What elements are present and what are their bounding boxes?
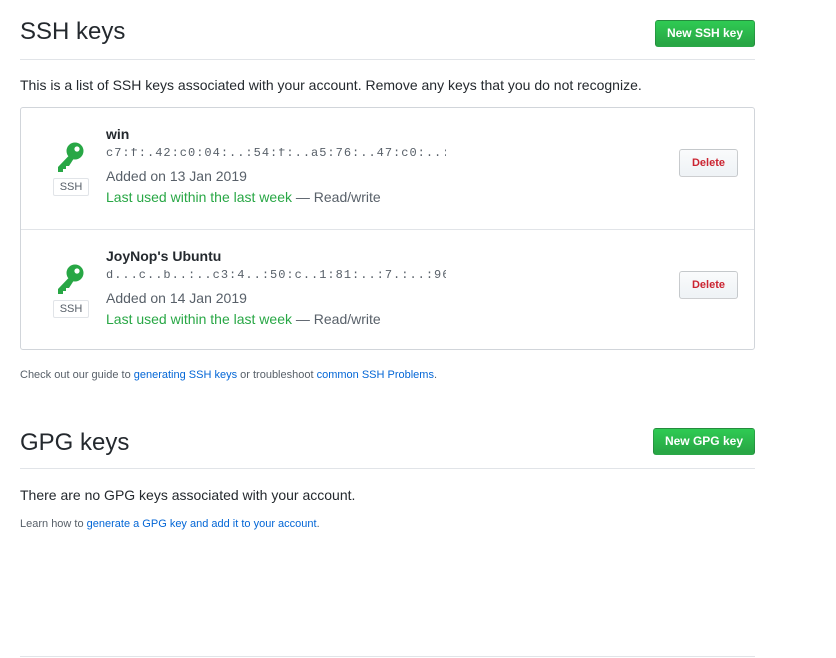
- ssh-type-label: SSH: [53, 300, 89, 318]
- new-gpg-key-button[interactable]: New GPG key: [652, 428, 755, 455]
- ssh-key-access: — Read/write: [295, 189, 381, 205]
- generating-ssh-keys-link[interactable]: generating SSH keys: [134, 369, 237, 381]
- key-icon: [58, 264, 84, 294]
- ssh-key-last-used: Last used within the last week: [106, 311, 292, 327]
- gpg-help-text: Learn how to generate a GPG key and add …: [20, 518, 320, 530]
- ssh-help-middle: or troubleshoot: [237, 369, 317, 381]
- gpg-keys-title: GPG keys: [20, 429, 130, 456]
- ssh-key-usage: Last used within the last week — Read/wr…: [106, 189, 381, 205]
- ssh-key-title: win: [106, 126, 130, 142]
- ssh-key-row: SSH win c7:f:.42:c0:04:..:54:f:..a5:76:.…: [21, 108, 754, 229]
- ssh-key-title: JoyNop's Ubuntu: [106, 248, 222, 264]
- ssh-key-usage: Last used within the last week — Read/wr…: [106, 311, 381, 327]
- new-ssh-key-button[interactable]: New SSH key: [654, 20, 755, 47]
- ssh-type-label: SSH: [53, 178, 89, 196]
- footer-divider: [20, 656, 755, 657]
- ssh-key-last-used: Last used within the last week: [106, 189, 292, 205]
- common-ssh-problems-link[interactable]: common SSH Problems: [317, 369, 434, 381]
- ssh-key-row: SSH JoyNop's Ubuntu d...c..b..:..c3:4..:…: [21, 229, 754, 350]
- ssh-help-prefix: Check out our guide to: [20, 369, 134, 381]
- key-icon: [58, 142, 84, 172]
- delete-ssh-key-button[interactable]: Delete: [679, 149, 738, 177]
- ssh-key-added-date: Added on 14 Jan 2019: [106, 290, 247, 306]
- generate-gpg-key-link[interactable]: generate a GPG key and add it to your ac…: [87, 518, 317, 530]
- gpg-help-suffix: .: [316, 518, 320, 530]
- ssh-help-text: Check out our guide to generating SSH ke…: [20, 369, 437, 381]
- ssh-key-fingerprint: c7:f:.42:c0:04:..:54:f:..a5:76:..47:c0:.…: [106, 148, 446, 160]
- gpg-empty-message: There are no GPG keys associated with yo…: [20, 487, 356, 503]
- ssh-key-added-date: Added on 13 Jan 2019: [106, 168, 247, 184]
- ssh-keys-intro: This is a list of SSH keys associated wi…: [20, 77, 642, 93]
- delete-ssh-key-button[interactable]: Delete: [679, 271, 738, 299]
- gpg-help-prefix: Learn how to: [20, 518, 87, 530]
- gpg-keys-header: GPG keys New GPG key: [20, 408, 755, 469]
- ssh-key-access: — Read/write: [295, 311, 381, 327]
- ssh-keys-title: SSH keys: [20, 18, 126, 45]
- ssh-keys-header: SSH keys New SSH key: [20, 0, 755, 60]
- ssh-help-suffix: .: [433, 369, 438, 381]
- ssh-key-fingerprint: d...c..b..:..c3:4..:50:c..1:81:..:7.:..:…: [106, 270, 446, 282]
- settings-keys-page: SSH keys New SSH key This is a list of S…: [0, 0, 836, 658]
- ssh-key-list: SSH win c7:f:.42:c0:04:..:54:f:..a5:76:.…: [20, 107, 755, 350]
